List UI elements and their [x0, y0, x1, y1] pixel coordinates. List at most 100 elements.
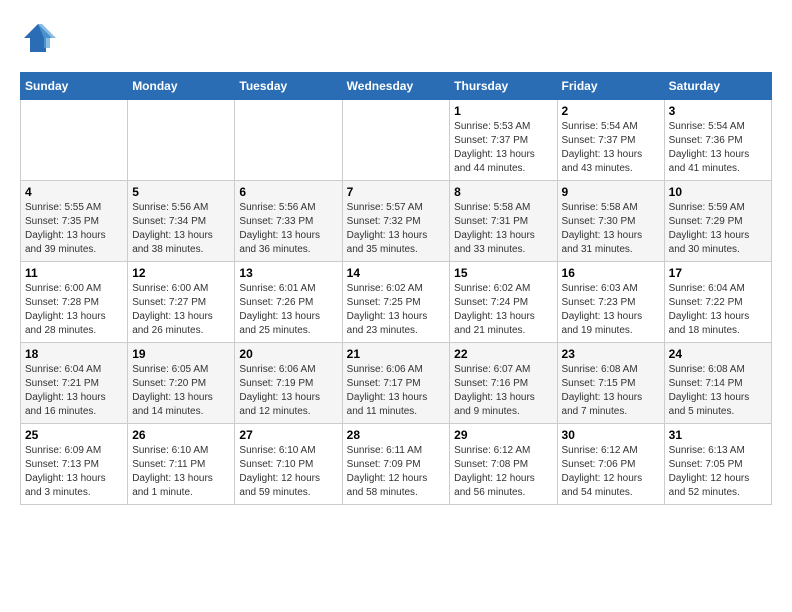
day-info: Sunrise: 5:54 AM Sunset: 7:36 PM Dayligh… [669, 120, 767, 176]
calendar-header-row: SundayMondayTuesdayWednesdayThursdayFrid… [21, 73, 772, 100]
day-info: Sunrise: 6:02 AM Sunset: 7:25 PM Dayligh… [347, 282, 446, 338]
day-number: 14 [347, 266, 446, 280]
day-number: 10 [669, 185, 767, 199]
day-number: 21 [347, 347, 446, 361]
day-info: Sunrise: 6:04 AM Sunset: 7:21 PM Dayligh… [25, 363, 123, 419]
day-number: 19 [132, 347, 230, 361]
day-number: 18 [25, 347, 123, 361]
calendar-cell: 10 Sunrise: 5:59 AM Sunset: 7:29 PM Dayli… [664, 181, 771, 262]
header-day-tuesday: Tuesday [235, 73, 342, 100]
calendar-cell: 21 Sunrise: 6:06 AM Sunset: 7:17 PM Dayli… [342, 343, 450, 424]
day-number: 3 [669, 104, 767, 118]
day-info: Sunrise: 6:10 AM Sunset: 7:10 PM Dayligh… [239, 444, 337, 500]
calendar-cell: 18 Sunrise: 6:04 AM Sunset: 7:21 PM Dayli… [21, 343, 128, 424]
header-day-friday: Friday [557, 73, 664, 100]
calendar-cell: 15 Sunrise: 6:02 AM Sunset: 7:24 PM Dayli… [450, 262, 557, 343]
calendar-cell: 22 Sunrise: 6:07 AM Sunset: 7:16 PM Dayli… [450, 343, 557, 424]
calendar-week-2: 4 Sunrise: 5:55 AM Sunset: 7:35 PM Daylig… [21, 181, 772, 262]
day-info: Sunrise: 6:12 AM Sunset: 7:06 PM Dayligh… [562, 444, 660, 500]
day-number: 26 [132, 428, 230, 442]
day-number: 8 [454, 185, 552, 199]
day-number: 11 [25, 266, 123, 280]
day-number: 22 [454, 347, 552, 361]
calendar-cell: 1 Sunrise: 5:53 AM Sunset: 7:37 PM Daylig… [450, 100, 557, 181]
day-info: Sunrise: 6:06 AM Sunset: 7:17 PM Dayligh… [347, 363, 446, 419]
calendar-cell: 4 Sunrise: 5:55 AM Sunset: 7:35 PM Daylig… [21, 181, 128, 262]
day-info: Sunrise: 6:03 AM Sunset: 7:23 PM Dayligh… [562, 282, 660, 338]
calendar-cell: 13Sunrise: 6:01 AM Sunset: 7:26 PM Dayli… [235, 262, 342, 343]
header-day-sunday: Sunday [21, 73, 128, 100]
calendar-cell: 2Sunrise: 5:54 AM Sunset: 7:37 PM Daylig… [557, 100, 664, 181]
day-number: 6 [239, 185, 337, 199]
calendar-cell: 17Sunrise: 6:04 AM Sunset: 7:22 PM Dayli… [664, 262, 771, 343]
day-info: Sunrise: 6:13 AM Sunset: 7:05 PM Dayligh… [669, 444, 767, 500]
calendar-cell: 27 Sunrise: 6:10 AM Sunset: 7:10 PM Dayli… [235, 424, 342, 505]
calendar-cell: 30 Sunrise: 6:12 AM Sunset: 7:06 PM Dayli… [557, 424, 664, 505]
day-info: Sunrise: 5:59 AM Sunset: 7:29 PM Dayligh… [669, 201, 767, 257]
day-number: 1 [454, 104, 552, 118]
day-number: 30 [562, 428, 660, 442]
day-number: 17 [669, 266, 767, 280]
day-info: Sunrise: 6:06 AM Sunset: 7:19 PM Dayligh… [239, 363, 337, 419]
calendar-cell: 28Sunrise: 6:11 AM Sunset: 7:09 PM Dayli… [342, 424, 450, 505]
day-info: Sunrise: 5:58 AM Sunset: 7:31 PM Dayligh… [454, 201, 552, 257]
day-info: Sunrise: 6:09 AM Sunset: 7:13 PM Dayligh… [25, 444, 123, 500]
day-info: Sunrise: 5:58 AM Sunset: 7:30 PM Dayligh… [562, 201, 660, 257]
calendar-week-5: 25 Sunrise: 6:09 AM Sunset: 7:13 PM Dayli… [21, 424, 772, 505]
calendar-cell: 20Sunrise: 6:06 AM Sunset: 7:19 PM Dayli… [235, 343, 342, 424]
day-number: 24 [669, 347, 767, 361]
day-number: 23 [562, 347, 660, 361]
day-number: 28 [347, 428, 446, 442]
day-info: Sunrise: 6:00 AM Sunset: 7:28 PM Dayligh… [25, 282, 123, 338]
calendar-cell: 23Sunrise: 6:08 AM Sunset: 7:15 PM Dayli… [557, 343, 664, 424]
day-info: Sunrise: 6:07 AM Sunset: 7:16 PM Dayligh… [454, 363, 552, 419]
calendar-cell: 14 Sunrise: 6:02 AM Sunset: 7:25 PM Dayli… [342, 262, 450, 343]
day-info: Sunrise: 5:54 AM Sunset: 7:37 PM Dayligh… [562, 120, 660, 176]
calendar-cell: 31 Sunrise: 6:13 AM Sunset: 7:05 PM Dayli… [664, 424, 771, 505]
calendar-cell: 11 Sunrise: 6:00 AM Sunset: 7:28 PM Dayli… [21, 262, 128, 343]
header-day-saturday: Saturday [664, 73, 771, 100]
calendar-cell [342, 100, 450, 181]
day-number: 31 [669, 428, 767, 442]
day-info: Sunrise: 6:02 AM Sunset: 7:24 PM Dayligh… [454, 282, 552, 338]
calendar-cell [128, 100, 235, 181]
day-info: Sunrise: 5:56 AM Sunset: 7:34 PM Dayligh… [132, 201, 230, 257]
calendar-week-4: 18 Sunrise: 6:04 AM Sunset: 7:21 PM Dayli… [21, 343, 772, 424]
day-info: Sunrise: 5:53 AM Sunset: 7:37 PM Dayligh… [454, 120, 552, 176]
calendar-cell: 29 Sunrise: 6:12 AM Sunset: 7:08 PM Dayli… [450, 424, 557, 505]
day-info: Sunrise: 6:10 AM Sunset: 7:11 PM Dayligh… [132, 444, 230, 500]
calendar-cell: 3 Sunrise: 5:54 AM Sunset: 7:36 PM Daylig… [664, 100, 771, 181]
calendar-cell: 16 Sunrise: 6:03 AM Sunset: 7:23 PM Dayli… [557, 262, 664, 343]
day-number: 5 [132, 185, 230, 199]
calendar-week-1: 1 Sunrise: 5:53 AM Sunset: 7:37 PM Daylig… [21, 100, 772, 181]
calendar-cell: 25 Sunrise: 6:09 AM Sunset: 7:13 PM Dayli… [21, 424, 128, 505]
day-number: 29 [454, 428, 552, 442]
day-info: Sunrise: 6:12 AM Sunset: 7:08 PM Dayligh… [454, 444, 552, 500]
day-info: Sunrise: 6:01 AM Sunset: 7:26 PM Dayligh… [239, 282, 337, 338]
logo [20, 20, 60, 56]
day-info: Sunrise: 6:08 AM Sunset: 7:14 PM Dayligh… [669, 363, 767, 419]
calendar-cell [235, 100, 342, 181]
calendar-cell: 5 Sunrise: 5:56 AM Sunset: 7:34 PM Daylig… [128, 181, 235, 262]
day-number: 4 [25, 185, 123, 199]
logo-icon [20, 20, 56, 56]
calendar-cell: 6Sunrise: 5:56 AM Sunset: 7:33 PM Daylig… [235, 181, 342, 262]
calendar-cell: 24 Sunrise: 6:08 AM Sunset: 7:14 PM Dayli… [664, 343, 771, 424]
calendar-week-3: 11 Sunrise: 6:00 AM Sunset: 7:28 PM Dayli… [21, 262, 772, 343]
calendar-cell: 26 Sunrise: 6:10 AM Sunset: 7:11 PM Dayli… [128, 424, 235, 505]
calendar-cell [21, 100, 128, 181]
header-day-monday: Monday [128, 73, 235, 100]
calendar-cell: 9Sunrise: 5:58 AM Sunset: 7:30 PM Daylig… [557, 181, 664, 262]
day-number: 16 [562, 266, 660, 280]
day-number: 27 [239, 428, 337, 442]
day-info: Sunrise: 5:55 AM Sunset: 7:35 PM Dayligh… [25, 201, 123, 257]
calendar-cell: 19Sunrise: 6:05 AM Sunset: 7:20 PM Dayli… [128, 343, 235, 424]
day-number: 7 [347, 185, 446, 199]
day-info: Sunrise: 5:57 AM Sunset: 7:32 PM Dayligh… [347, 201, 446, 257]
day-number: 15 [454, 266, 552, 280]
header-day-thursday: Thursday [450, 73, 557, 100]
calendar-table: SundayMondayTuesdayWednesdayThursdayFrid… [20, 72, 772, 505]
calendar-cell: 8 Sunrise: 5:58 AM Sunset: 7:31 PM Daylig… [450, 181, 557, 262]
day-number: 25 [25, 428, 123, 442]
calendar-cell: 7 Sunrise: 5:57 AM Sunset: 7:32 PM Daylig… [342, 181, 450, 262]
